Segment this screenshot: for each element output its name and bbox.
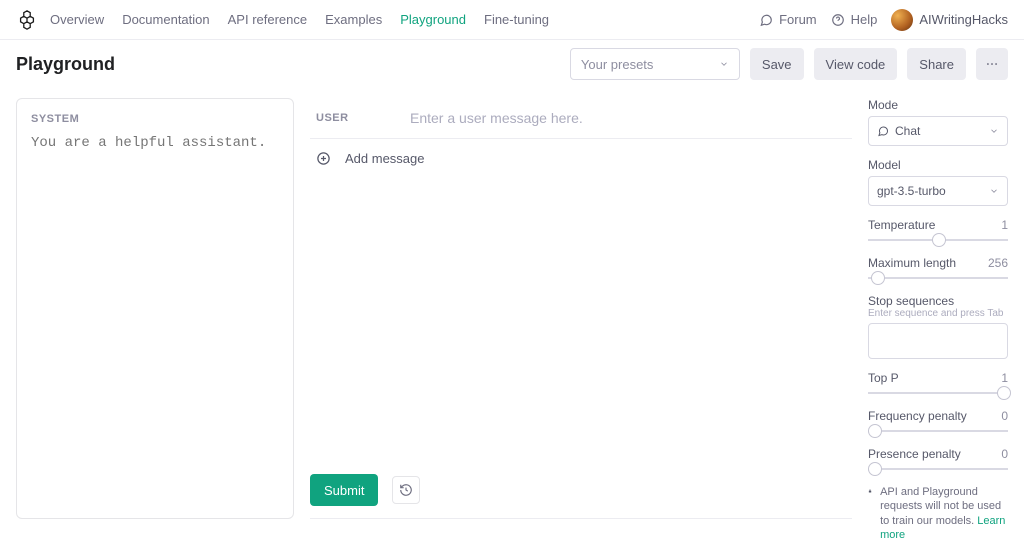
model-group: Model gpt-3.5-turbo xyxy=(868,158,1008,206)
temperature-group: Temperature 1 xyxy=(868,218,1008,244)
system-panel: SYSTEM xyxy=(16,98,294,519)
nav-documentation[interactable]: Documentation xyxy=(122,12,209,27)
mode-value: Chat xyxy=(895,124,920,138)
message-row: USER xyxy=(310,98,852,139)
top-nav: Overview Documentation API reference Exa… xyxy=(0,0,1024,40)
nav-api-reference[interactable]: API reference xyxy=(228,12,308,27)
nav-right: Forum Help AIWritingHacks xyxy=(759,9,1008,31)
share-button[interactable]: Share xyxy=(907,48,966,80)
freq-label: Frequency penalty xyxy=(868,409,967,423)
pres-slider[interactable] xyxy=(868,465,1008,473)
topp-value: 1 xyxy=(1001,371,1008,385)
help-link[interactable]: Help xyxy=(831,12,878,27)
stop-label: Stop sequences xyxy=(868,294,1008,308)
more-button[interactable] xyxy=(976,48,1008,80)
model-select[interactable]: gpt-3.5-turbo xyxy=(868,176,1008,206)
nav-playground[interactable]: Playground xyxy=(400,12,466,27)
nav-overview[interactable]: Overview xyxy=(50,12,104,27)
maxlen-slider[interactable] xyxy=(868,274,1008,282)
plus-circle-icon xyxy=(316,151,331,166)
nav-fine-tuning[interactable]: Fine-tuning xyxy=(484,12,549,27)
chevron-down-icon xyxy=(989,126,999,136)
add-message-button[interactable]: Add message xyxy=(310,139,852,178)
chevron-down-icon xyxy=(989,186,999,196)
maxlen-label: Maximum length xyxy=(868,256,956,270)
account-menu[interactable]: AIWritingHacks xyxy=(891,9,1008,31)
topp-label: Top P xyxy=(868,371,899,385)
model-label: Model xyxy=(868,158,1008,172)
help-icon xyxy=(831,13,845,27)
chat-mode-icon xyxy=(877,125,889,137)
chat-bubble-icon xyxy=(759,13,773,27)
page-title: Playground xyxy=(16,54,560,75)
user-message-input[interactable] xyxy=(410,110,846,126)
username: AIWritingHacks xyxy=(919,12,1008,27)
lock-icon xyxy=(868,485,872,497)
nav-links: Overview Documentation API reference Exa… xyxy=(50,12,549,27)
history-button[interactable] xyxy=(392,476,420,504)
mode-select[interactable]: Chat xyxy=(868,116,1008,146)
chat-footer: Submit xyxy=(310,462,852,518)
stop-input[interactable] xyxy=(868,323,1008,359)
pres-label: Presence penalty xyxy=(868,447,961,461)
system-input[interactable] xyxy=(31,135,279,167)
forum-label: Forum xyxy=(779,12,817,27)
chevron-down-icon xyxy=(719,59,729,69)
view-code-button[interactable]: View code xyxy=(814,48,898,80)
presets-placeholder: Your presets xyxy=(581,57,654,72)
topp-group: Top P 1 xyxy=(868,371,1008,397)
stop-hint: Enter sequence and press Tab xyxy=(868,308,1008,319)
ellipsis-icon xyxy=(985,57,999,71)
mode-label: Mode xyxy=(868,98,1008,112)
pres-group: Presence penalty 0 xyxy=(868,447,1008,473)
model-value: gpt-3.5-turbo xyxy=(877,184,946,198)
freq-slider[interactable] xyxy=(868,427,1008,435)
maxlen-value: 256 xyxy=(988,256,1008,270)
pres-value: 0 xyxy=(1001,447,1008,461)
help-label: Help xyxy=(851,12,878,27)
avatar xyxy=(891,9,913,31)
chat-panel: USER Add message Submit xyxy=(310,98,852,519)
sub-header: Playground Your presets Save View code S… xyxy=(0,40,1024,88)
nav-examples[interactable]: Examples xyxy=(325,12,382,27)
forum-link[interactable]: Forum xyxy=(759,12,817,27)
temperature-value: 1 xyxy=(1001,218,1008,232)
add-message-label: Add message xyxy=(345,151,425,166)
notice: API and Playground requests will not be … xyxy=(868,485,1008,542)
topp-slider[interactable] xyxy=(868,389,1008,397)
history-icon xyxy=(399,483,413,497)
stop-group: Stop sequences Enter sequence and press … xyxy=(868,294,1008,359)
freq-value: 0 xyxy=(1001,409,1008,423)
temperature-label: Temperature xyxy=(868,218,935,232)
maxlen-group: Maximum length 256 xyxy=(868,256,1008,282)
submit-button[interactable]: Submit xyxy=(310,474,378,506)
system-label: SYSTEM xyxy=(31,113,279,125)
temperature-slider[interactable] xyxy=(868,236,1008,244)
main: SYSTEM USER Add message Submit Mode xyxy=(0,88,1024,527)
settings-panel: Mode Chat Model gpt-3.5-turbo Temperatur… xyxy=(868,98,1008,519)
openai-logo-icon xyxy=(16,9,38,31)
mode-group: Mode Chat xyxy=(868,98,1008,146)
presets-select[interactable]: Your presets xyxy=(570,48,740,80)
role-label: USER xyxy=(316,112,356,124)
save-button[interactable]: Save xyxy=(750,48,804,80)
freq-group: Frequency penalty 0 xyxy=(868,409,1008,435)
